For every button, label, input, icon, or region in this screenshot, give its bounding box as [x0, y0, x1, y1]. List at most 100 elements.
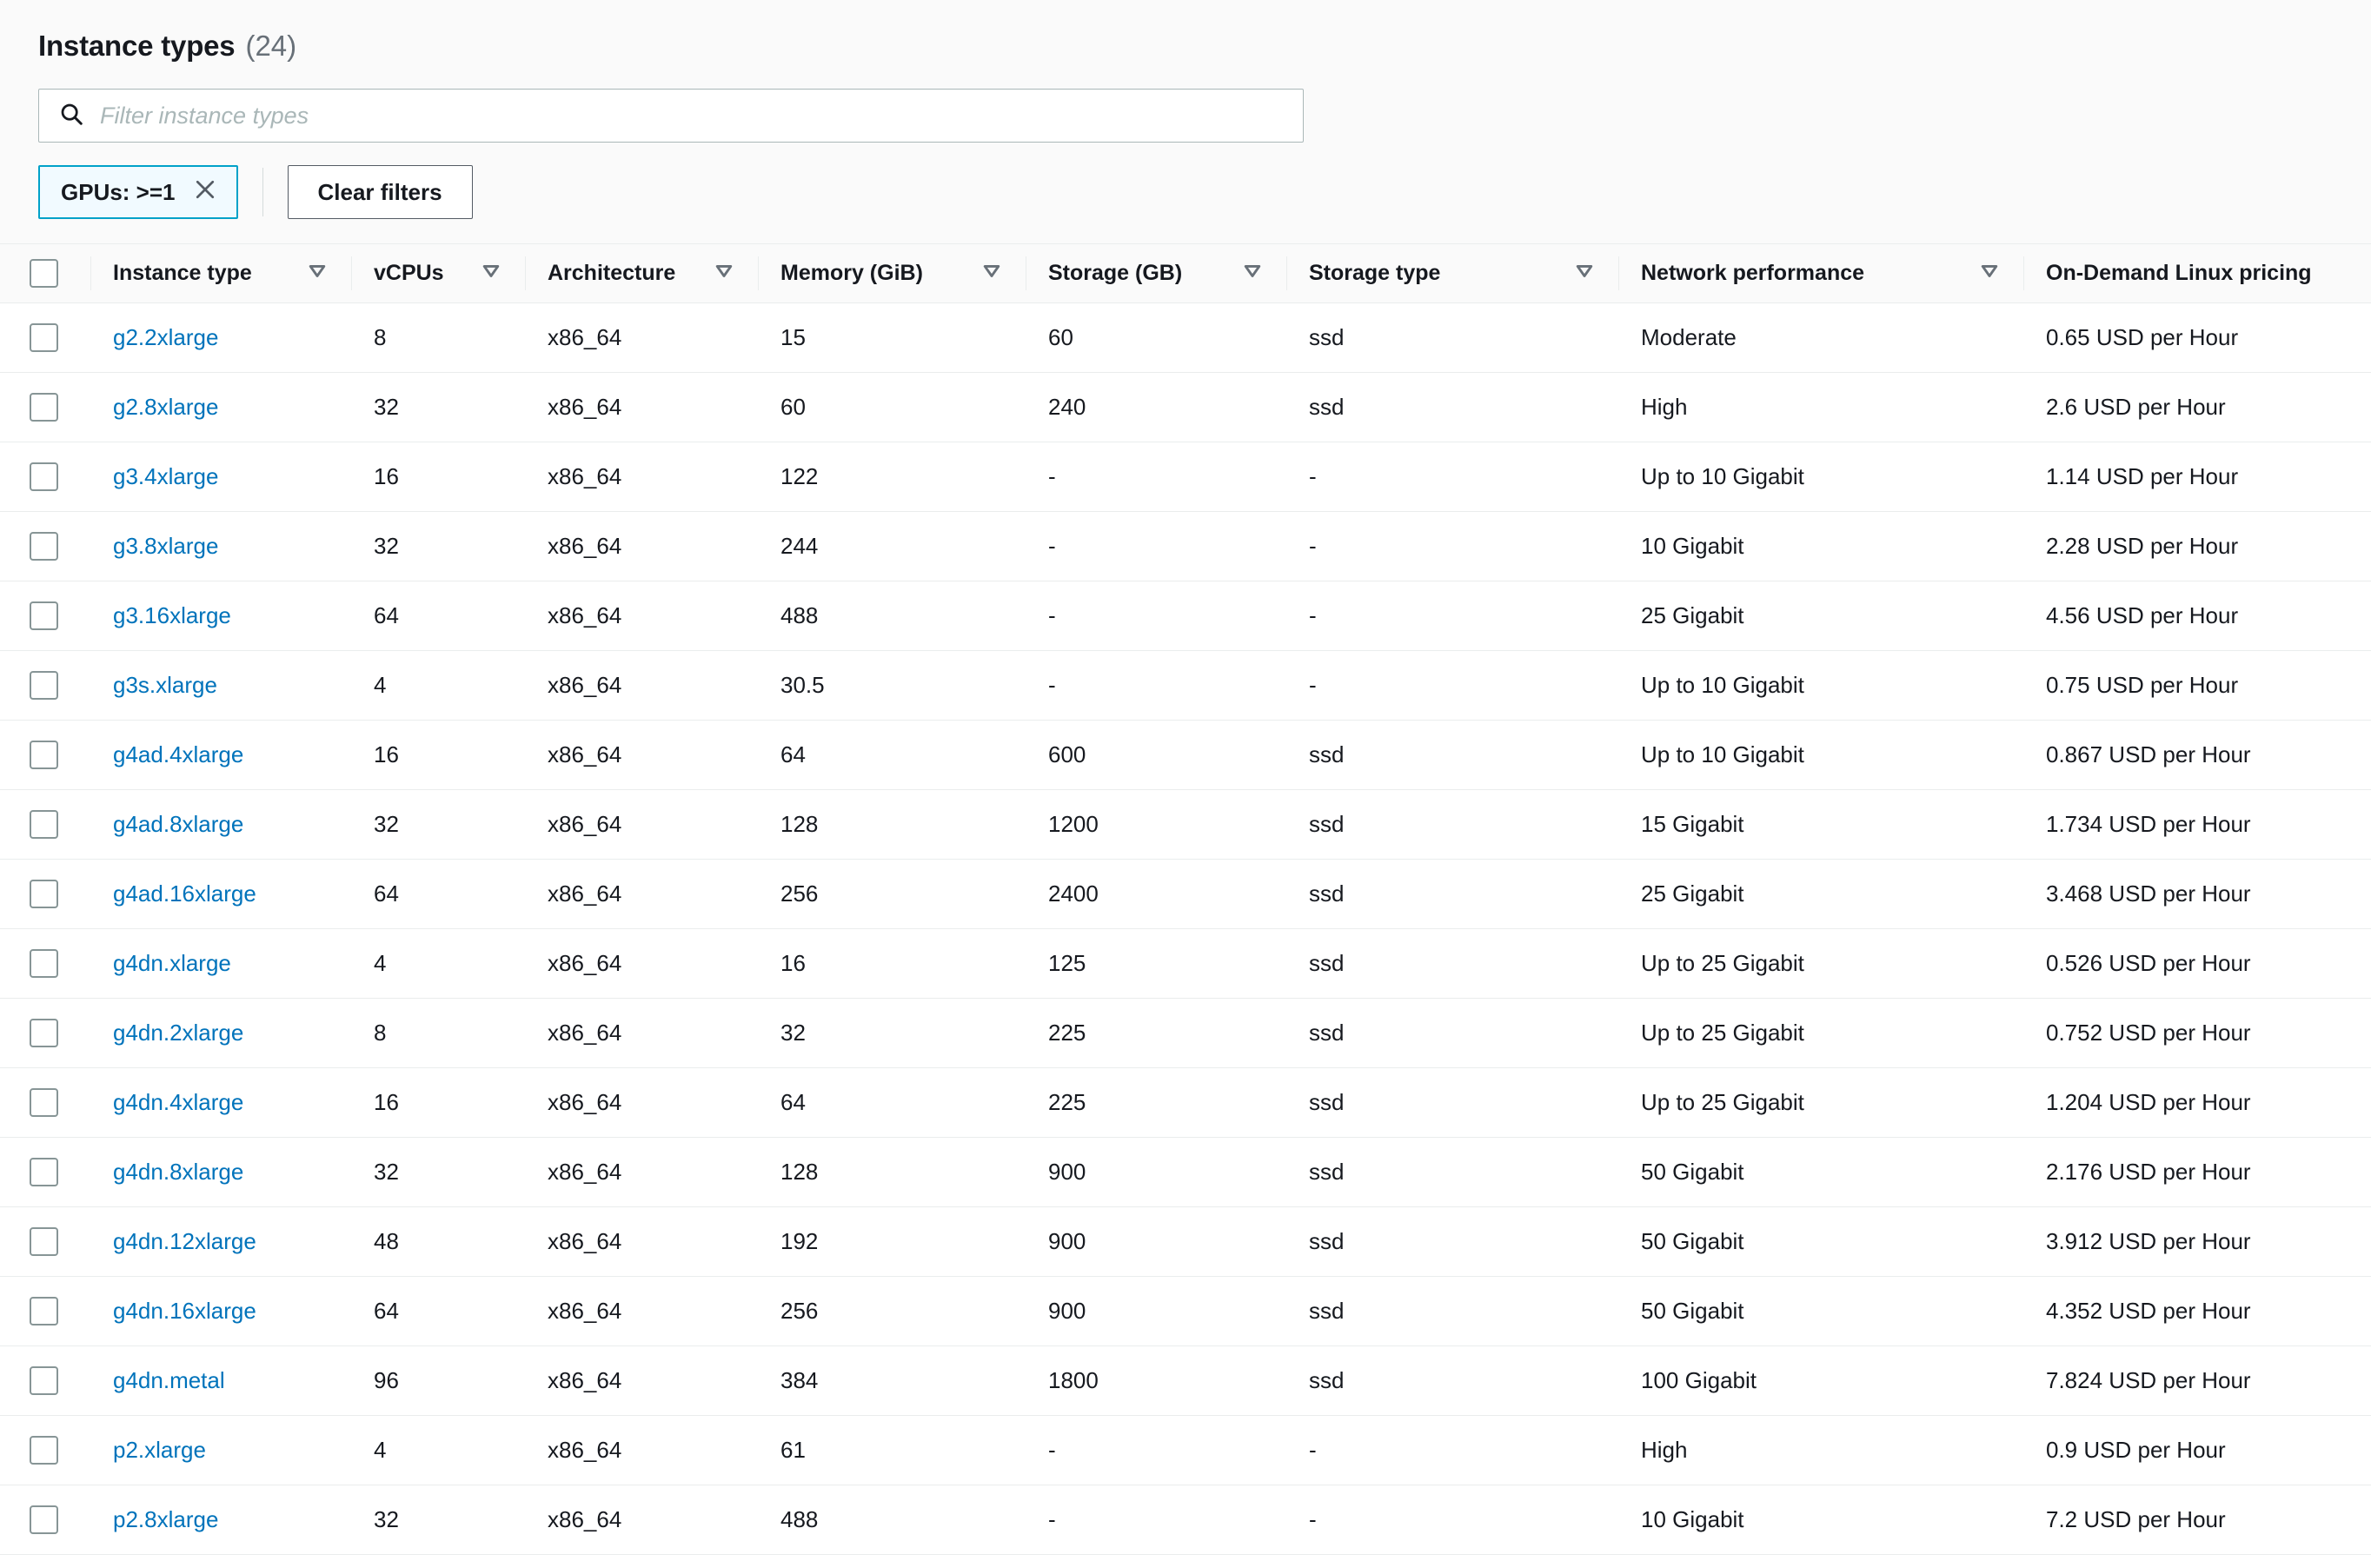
sort-descending-icon[interactable]	[980, 259, 1003, 288]
cell-storage: 900	[1026, 1137, 1286, 1207]
table-row[interactable]: g3.8xlarge 32 x86_64 244- -10 Gigabit 2.28 US…	[0, 511, 2371, 581]
cell-storage: 2400	[1026, 859, 1286, 929]
cell-memory: 256	[758, 1276, 1026, 1346]
table-row[interactable]: g4ad.8xlarge 32 x86_64 128 1200 ssd 15 Gigabit…	[0, 789, 2371, 860]
sort-descending-icon[interactable]	[1978, 259, 2001, 288]
instance-type-link[interactable]: g2.8xlarge	[113, 394, 218, 420]
table-row[interactable]: g4ad.4xlarge 16 x86_64 64 600 ssd Up to 10 Gig…	[0, 720, 2371, 790]
row-checkbox[interactable]	[30, 1088, 58, 1117]
table-row[interactable]: g2.8xlarge 32 x86_64 60 240 ssd High 2.6 USD pe…	[0, 372, 2371, 442]
cell-price: 2.176 USD per Hour	[2023, 1137, 2371, 1207]
row-checkbox[interactable]	[30, 741, 58, 769]
column-header-architecture[interactable]: Architecture	[525, 243, 758, 303]
instance-type-link[interactable]: p2.xlarge	[113, 1437, 206, 1463]
table-row[interactable]: g3.16xlarge 64 x86_64 488- -25 Gigabit 4.56 U…	[0, 581, 2371, 651]
cell-architecture: x86_64	[525, 720, 758, 790]
cell-network: High	[1618, 372, 2023, 442]
row-checkbox[interactable]	[30, 1436, 58, 1465]
search-input[interactable]	[100, 102, 1284, 130]
sort-descending-icon[interactable]	[480, 259, 502, 288]
column-header-vcpus[interactable]: vCPUs	[351, 243, 525, 303]
column-header-storage[interactable]: Storage (GB)	[1026, 243, 1286, 303]
row-checkbox[interactable]	[30, 1227, 58, 1256]
table-row[interactable]: g4dn.4xlarge 16 x86_64 64 225 ssd Up to 25 Gig…	[0, 1067, 2371, 1138]
row-checkbox[interactable]	[30, 323, 58, 352]
cell-instance-type: g4dn.metal	[90, 1345, 351, 1416]
cell-instance-type: g4dn.8xlarge	[90, 1137, 351, 1207]
sort-descending-icon[interactable]	[1573, 259, 1596, 288]
table-row[interactable]: g3.4xlarge 16 x86_64 122- - Up to 10 Gigabit 1…	[0, 442, 2371, 512]
row-checkbox[interactable]	[30, 1158, 58, 1186]
column-header-memory[interactable]: Memory (GiB)	[758, 243, 1026, 303]
instance-type-link[interactable]: g3s.xlarge	[113, 672, 217, 698]
close-icon[interactable]	[193, 177, 217, 208]
cell-instance-type: g4dn.2xlarge	[90, 998, 351, 1068]
instance-type-link[interactable]: g4dn.12xlarge	[113, 1228, 256, 1254]
cell-vcpus: 32	[351, 789, 525, 860]
row-checkbox[interactable]	[30, 462, 58, 491]
table-row[interactable]: g4dn.12xlarge 48 x86_64 192 900 ssd 50 Gigabit…	[0, 1206, 2371, 1277]
cell-storage-type: ssd	[1286, 998, 1618, 1068]
instance-type-link[interactable]: g4dn.16xlarge	[113, 1298, 256, 1324]
row-checkbox[interactable]	[30, 1505, 58, 1534]
sort-descending-icon[interactable]	[713, 259, 735, 288]
instance-type-link[interactable]: g4ad.4xlarge	[113, 741, 243, 767]
filter-token-gpus[interactable]: GPUs: >=1	[38, 165, 238, 219]
sort-descending-icon[interactable]	[1241, 259, 1264, 288]
instance-type-link[interactable]: g4dn.4xlarge	[113, 1089, 243, 1115]
cell-storage: 1800	[1026, 1345, 1286, 1416]
cell-architecture: x86_64	[525, 1067, 758, 1138]
cell-network: 50 Gigabit	[1618, 1206, 2023, 1277]
cell-vcpus: 8	[351, 302, 525, 373]
column-header-storage-type[interactable]: Storage type	[1286, 243, 1618, 303]
row-checkbox[interactable]	[30, 393, 58, 422]
instance-type-link[interactable]: g4ad.8xlarge	[113, 811, 243, 837]
instance-type-link[interactable]: g4dn.2xlarge	[113, 1020, 243, 1046]
instance-types-table-wrap: Instance type vCPUs Architecture Memory …	[0, 243, 2371, 1555]
column-header-network-performance[interactable]: Network performance	[1618, 243, 2023, 303]
row-checkbox[interactable]	[30, 1019, 58, 1047]
table-row[interactable]: p2.8xlarge 32 x86_64 488- -10 Gigabit 7.2 USD…	[0, 1485, 2371, 1555]
cell-architecture: x86_64	[525, 1137, 758, 1207]
instance-type-link[interactable]: g2.2xlarge	[113, 324, 218, 350]
table-row[interactable]: g2.2xlarge 8 x86_64 15 60 ssd Moderate 0.65 USD…	[0, 302, 2371, 373]
row-checkbox[interactable]	[30, 949, 58, 978]
row-checkbox[interactable]	[30, 1366, 58, 1395]
row-checkbox[interactable]	[30, 671, 58, 700]
instance-type-link[interactable]: g4dn.xlarge	[113, 950, 231, 976]
cell-vcpus: 4	[351, 1415, 525, 1485]
cell-price: 3.912 USD per Hour	[2023, 1206, 2371, 1277]
instance-type-link[interactable]: g3.4xlarge	[113, 463, 218, 489]
instance-type-link[interactable]: g3.16xlarge	[113, 602, 231, 628]
cell-instance-type: g3s.xlarge	[90, 650, 351, 721]
table-row[interactable]: g4dn.16xlarge 64 x86_64 256 900 ssd 50 Gigabit…	[0, 1276, 2371, 1346]
select-all-checkbox[interactable]	[30, 259, 58, 288]
instance-type-link[interactable]: p2.8xlarge	[113, 1506, 218, 1532]
instance-type-link[interactable]: g4ad.16xlarge	[113, 880, 256, 907]
column-header-instance-type[interactable]: Instance type	[90, 243, 351, 303]
cell-vcpus: 48	[351, 1206, 525, 1277]
table-row[interactable]: g4ad.16xlarge 64 x86_64 256 2400 ssd 25 Gigabi…	[0, 859, 2371, 929]
column-header-pricing[interactable]: On-Demand Linux pricing	[2023, 243, 2371, 303]
table-row[interactable]: p2.xlarge 4 x86_64 61- - High 0.9 USD per Hour	[0, 1415, 2371, 1485]
clear-filters-button[interactable]: Clear filters	[287, 165, 473, 219]
sort-descending-icon[interactable]	[306, 259, 329, 288]
row-checkbox[interactable]	[30, 532, 58, 561]
row-checkbox[interactable]	[30, 880, 58, 908]
table-row[interactable]: g4dn.xlarge 4 x86_64 16 125 ssd Up to 25 Gigab…	[0, 928, 2371, 999]
cell-instance-type: g4ad.4xlarge	[90, 720, 351, 790]
filter-bar: GPUs: >=1 Clear filters	[38, 143, 2333, 243]
row-checkbox[interactable]	[30, 810, 58, 839]
table-header: Instance type vCPUs Architecture Memory …	[0, 243, 2371, 303]
cell-network: Up to 10 Gigabit	[1618, 720, 2023, 790]
table-row[interactable]: g3s.xlarge 4 x86_64 30.5- - Up to 10 Gigabit 0…	[0, 650, 2371, 721]
table-row[interactable]: g4dn.metal 96 x86_64 384 1800 ssd 100 Gigabit 7…	[0, 1345, 2371, 1416]
instance-type-link[interactable]: g4dn.metal	[113, 1367, 225, 1393]
instance-type-link[interactable]: g3.8xlarge	[113, 533, 218, 559]
row-checkbox[interactable]	[30, 601, 58, 630]
table-row[interactable]: g4dn.8xlarge 32 x86_64 128 900 ssd 50 Gigabit 2…	[0, 1137, 2371, 1207]
instance-type-link[interactable]: g4dn.8xlarge	[113, 1159, 243, 1185]
table-row[interactable]: g4dn.2xlarge 8 x86_64 32 225 ssd Up to 25 Giga…	[0, 998, 2371, 1068]
row-checkbox[interactable]	[30, 1297, 58, 1325]
search-box[interactable]	[38, 89, 1304, 143]
